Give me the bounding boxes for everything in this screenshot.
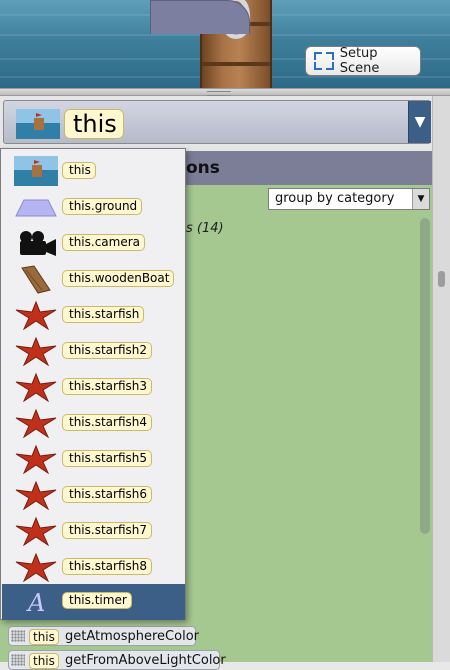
- instance-dropdown-list: this this.ground this.camera this.wooden…: [0, 148, 186, 620]
- item-label: this.starfish2: [62, 342, 153, 359]
- list-item-camera[interactable]: this.camera: [2, 226, 185, 260]
- list-item-timer[interactable]: A this.timer: [2, 584, 185, 620]
- list-item-starfish4[interactable]: this.starfish4: [2, 406, 185, 440]
- triangle-down-icon[interactable]: ▼: [408, 101, 431, 143]
- item-label: this.ground: [62, 198, 143, 215]
- method-target-chip: this: [29, 653, 59, 669]
- list-item-ground[interactable]: this.ground: [2, 190, 185, 224]
- group-by-select[interactable]: group by category ▼: [268, 188, 430, 210]
- item-label: this.starfish: [62, 306, 145, 323]
- instance-selector-area: this ▼: [0, 96, 432, 151]
- text-model-icon: A: [26, 589, 45, 616]
- drag-handle-icon[interactable]: [11, 630, 25, 642]
- item-label: this: [62, 162, 96, 179]
- list-item-starfish3[interactable]: this.starfish3: [2, 370, 185, 404]
- scrollbar-thumb[interactable]: [438, 271, 445, 287]
- starfish-icon: [15, 516, 57, 546]
- setup-scene-button[interactable]: Setup Scene: [305, 46, 421, 76]
- method-name: getAtmosphereColor: [65, 629, 199, 644]
- starfish-icon: [15, 408, 57, 438]
- item-label: this.starfish6: [62, 486, 153, 503]
- tab-procedures[interactable]: [150, 0, 250, 34]
- item-label: this.starfish3: [62, 378, 153, 395]
- starfish-icon: [15, 444, 57, 474]
- panel-scrollbar[interactable]: [420, 218, 430, 534]
- scene-thumbnail-icon: [14, 156, 58, 186]
- method-name: getFromAboveLightColor: [65, 653, 226, 668]
- drag-handle-icon[interactable]: [11, 654, 25, 666]
- category-count-label: s (14): [186, 221, 224, 236]
- list-item-starfish5[interactable]: this.starfish5: [2, 442, 185, 476]
- method-row[interactable]: this getFromAboveLightColor: [8, 650, 226, 670]
- camera-icon: [20, 231, 56, 256]
- method-row[interactable]: this getAtmosphereColor: [8, 626, 199, 646]
- item-label: this.woodenBoat: [62, 270, 175, 287]
- svg-text:A: A: [26, 589, 45, 616]
- ground-icon: [15, 199, 57, 217]
- splitter-handle[interactable]: [0, 88, 450, 96]
- tab-label: ons: [186, 158, 220, 178]
- starfish-icon: [15, 480, 57, 510]
- scene-thumbnail-icon: [16, 109, 60, 139]
- starfish-icon: [15, 336, 57, 366]
- starfish-icon: [15, 300, 57, 330]
- wooden-boat-icon: [21, 265, 51, 294]
- list-item-starfish7[interactable]: this.starfish7: [2, 514, 185, 548]
- list-item-starfish[interactable]: this.starfish: [2, 298, 185, 332]
- list-item-starfish8[interactable]: this.starfish8: [2, 550, 185, 584]
- starfish-icon: [15, 372, 57, 402]
- chevron-down-icon: ▼: [412, 189, 429, 209]
- selected-instance-label: this: [64, 109, 124, 139]
- item-label: this.starfish7: [62, 522, 153, 539]
- list-item-starfish6[interactable]: this.starfish6: [2, 478, 185, 512]
- right-scrollbar[interactable]: [432, 96, 450, 662]
- method-target-chip: this: [29, 629, 59, 645]
- group-by-value: group by category: [275, 191, 395, 206]
- list-item-wooden-boat[interactable]: this.woodenBoat: [2, 262, 185, 296]
- instance-combo-box[interactable]: this: [3, 100, 431, 144]
- starfish-icon: [15, 552, 57, 582]
- item-label: this.timer: [62, 592, 132, 609]
- setup-scene-label: Setup Scene: [339, 46, 380, 76]
- list-item-starfish2[interactable]: this.starfish2: [2, 334, 185, 368]
- item-label: this.camera: [62, 234, 146, 251]
- list-item-this[interactable]: this: [2, 154, 185, 188]
- fullscreen-icon: [314, 52, 334, 70]
- item-label: this.starfish5: [62, 450, 153, 467]
- item-label: this.starfish4: [62, 414, 153, 431]
- item-label: this.starfish8: [62, 558, 153, 575]
